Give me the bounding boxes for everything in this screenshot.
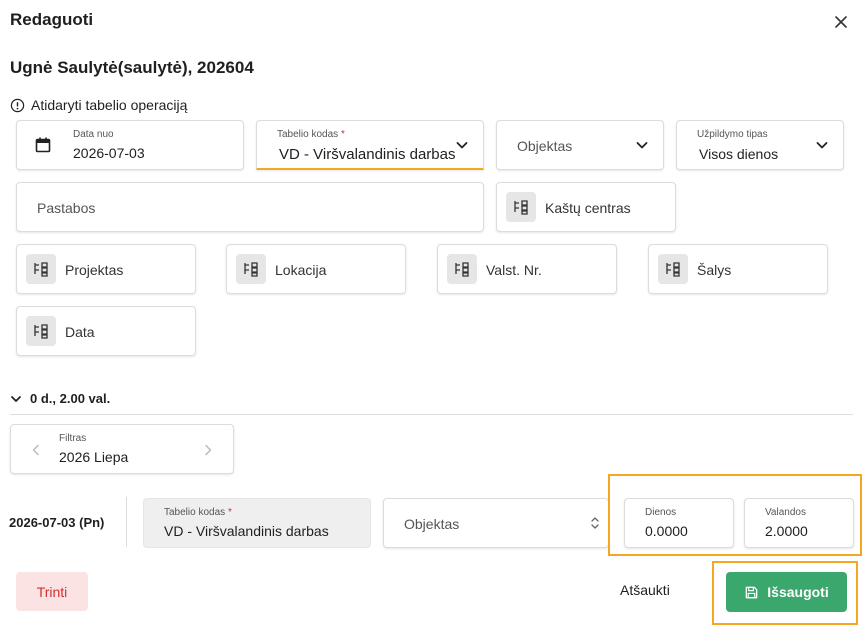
row-object-placeholder: Objektas: [404, 516, 460, 532]
timesheet-code-select[interactable]: Tabelio kodas * VD - Viršvalandinis darb…: [256, 120, 484, 170]
hierarchy-icon: [447, 254, 477, 284]
plate-label: Valst. Nr.: [486, 262, 542, 278]
notes-input[interactable]: Pastabos: [16, 182, 484, 232]
chevron-left-icon[interactable]: [29, 443, 43, 457]
calendar-icon[interactable]: [28, 130, 58, 160]
chevron-down-icon[interactable]: [815, 138, 829, 152]
object-placeholder: Objektas: [517, 138, 573, 154]
plate-field[interactable]: Valst. Nr.: [437, 244, 617, 294]
countries-field[interactable]: Šalys: [648, 244, 828, 294]
row-timesheet-code-value: VD - Viršvalandinis darbas: [164, 523, 329, 539]
filter-label: Filtras: [59, 433, 87, 444]
fill-type-label: Užpildymo tipas: [697, 129, 768, 140]
project-label: Projektas: [65, 262, 124, 278]
notes-placeholder: Pastabos: [37, 200, 96, 216]
data-field[interactable]: Data: [16, 306, 196, 356]
object-select[interactable]: Objektas: [496, 120, 664, 170]
fill-type-select[interactable]: Užpildymo tipas Visos dienos: [676, 120, 844, 170]
filter-value: 2026 Liepa: [59, 449, 129, 465]
location-label: Lokacija: [275, 262, 327, 278]
summary-toggle[interactable]: 0 d., 2.00 val.: [10, 391, 110, 406]
chevron-down-icon[interactable]: [635, 138, 649, 152]
days-hours-highlight: [608, 474, 862, 556]
cost-center-label: Kaštų centras: [545, 200, 631, 216]
timesheet-code-value: VD - Viršvalandinis darbas: [279, 146, 456, 163]
cancel-button[interactable]: Atšaukti: [620, 582, 670, 598]
date-from-field[interactable]: Data nuo 2026-07-03: [16, 120, 244, 170]
month-filter[interactable]: Filtras 2026 Liepa: [10, 424, 234, 474]
divider: [10, 414, 853, 415]
fill-type-value: Visos dienos: [699, 146, 779, 162]
delete-button[interactable]: Trinti: [16, 572, 88, 611]
project-field[interactable]: Projektas: [16, 244, 196, 294]
data-label: Data: [65, 324, 95, 340]
close-icon[interactable]: [833, 14, 849, 30]
hierarchy-icon: [26, 254, 56, 284]
save-highlight: [712, 561, 858, 625]
hierarchy-icon: [658, 254, 688, 284]
row-timesheet-code-label: Tabelio kodas: [164, 507, 226, 518]
updown-icon[interactable]: [588, 516, 602, 530]
countries-label: Šalys: [697, 262, 732, 278]
summary-text: 0 d., 2.00 val.: [30, 391, 111, 406]
date-from-value: 2026-07-03: [73, 145, 145, 161]
row-date: 2026-07-03 (Pn): [9, 515, 105, 530]
chevron-right-icon[interactable]: [201, 443, 215, 457]
row-separator: [126, 497, 127, 547]
open-operation-link[interactable]: Atidaryti tabelio operaciją: [10, 97, 187, 113]
date-from-label: Data nuo: [73, 129, 114, 140]
info-icon: [10, 98, 25, 112]
cost-center-field[interactable]: Kaštų centras: [496, 182, 676, 232]
dialog-title: Redaguoti: [10, 10, 94, 29]
location-field[interactable]: Lokacija: [226, 244, 406, 294]
open-operation-label: Atidaryti tabelio operaciją: [31, 97, 188, 113]
required-star: *: [227, 507, 232, 518]
hierarchy-icon: [236, 254, 266, 284]
chevron-down-icon[interactable]: [455, 138, 469, 152]
row-object-select[interactable]: Objektas: [383, 498, 609, 548]
row-timesheet-code: Tabelio kodas * VD - Viršvalandinis darb…: [143, 498, 371, 548]
required-star: *: [340, 129, 345, 140]
employee-name: Ugnė Saulytė(saulytė), 202604: [10, 58, 254, 77]
hierarchy-icon: [26, 316, 56, 346]
timesheet-code-label: Tabelio kodas: [277, 129, 339, 140]
hierarchy-icon: [506, 192, 536, 222]
chevron-down-icon: [11, 395, 21, 402]
